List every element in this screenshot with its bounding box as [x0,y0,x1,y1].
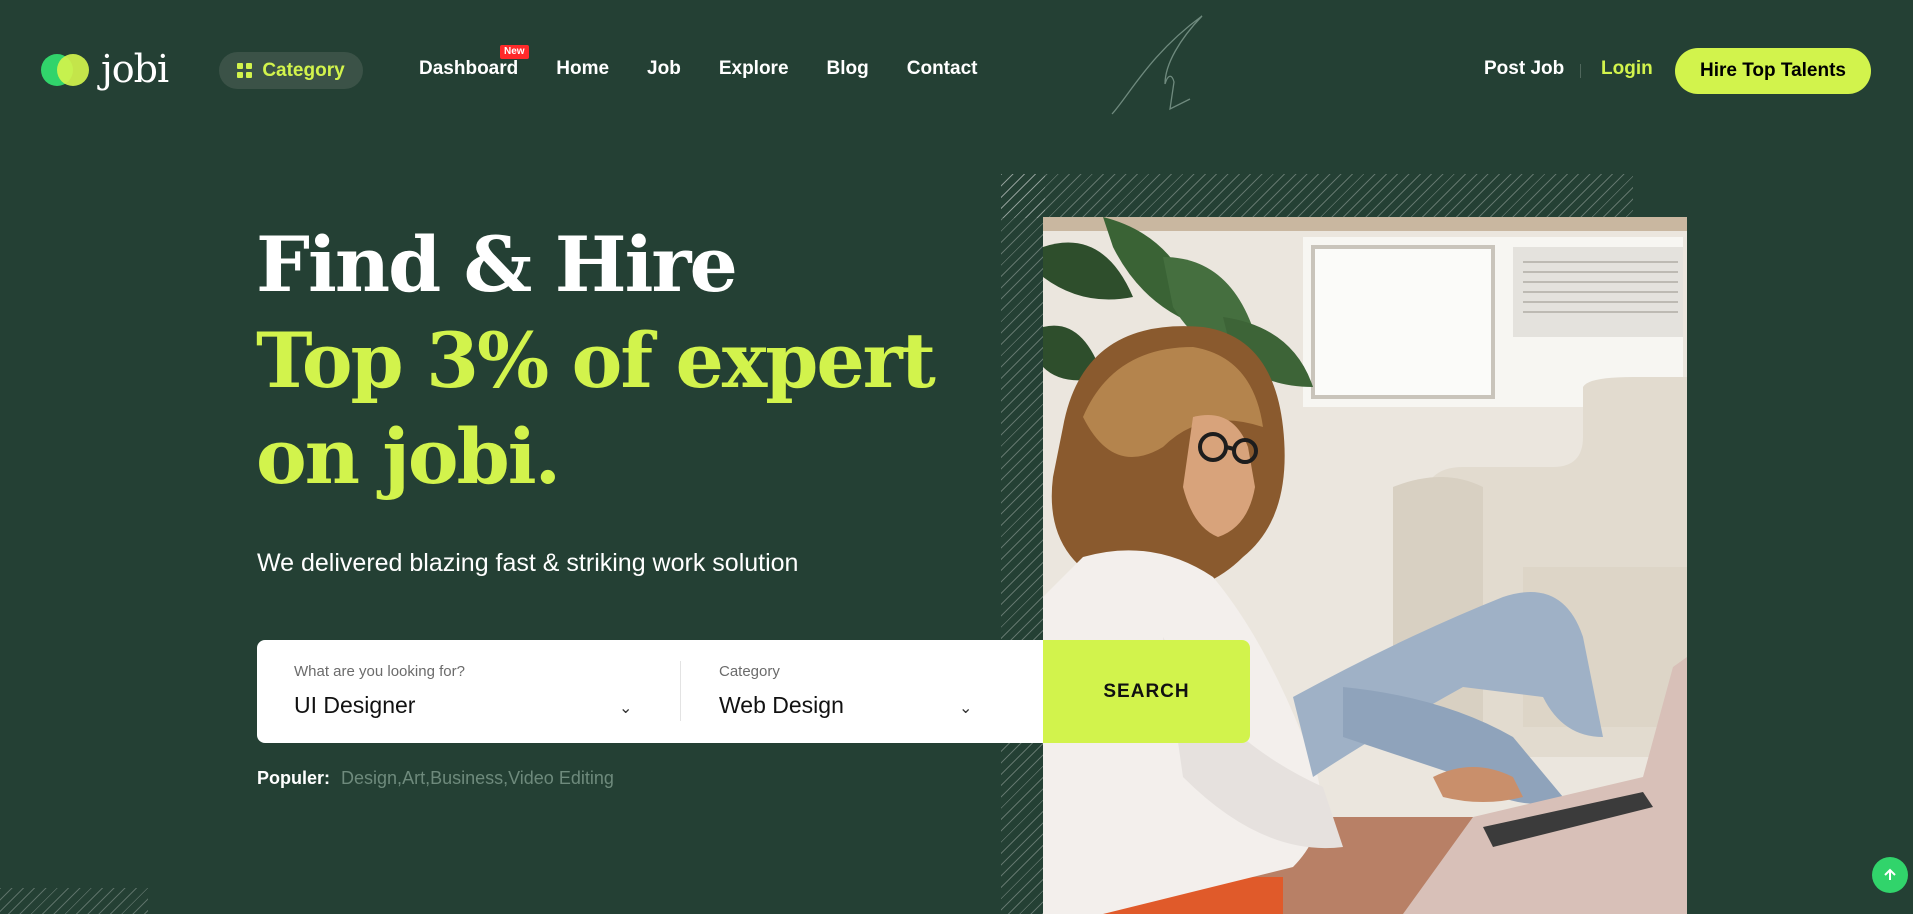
hero-title-line-2: Top 3% of expert [256,316,936,405]
nav-contact[interactable]: Contact [907,58,978,80]
category-value: Web Design [719,692,844,718]
nav-divider [1580,64,1581,78]
nav-blog[interactable]: Blog [827,58,869,80]
category-select[interactable]: Category Web Design ⌄ [719,640,1019,743]
new-badge: New [500,45,529,59]
popular-tags[interactable]: Design,Art,Business,Video Editing [341,768,614,788]
stripe-decoration-left [1001,174,1045,914]
keyword-value: UI Designer [294,692,416,718]
search-form: What are you looking for? UI Designer ⌄ … [257,640,1250,743]
login-link[interactable]: Login [1601,58,1653,80]
logo-text: jobi [101,47,169,91]
hero-title-line-1: Find & Hire [256,220,738,309]
nav-dashboard[interactable]: Dashboard New [419,45,529,80]
keyword-select[interactable]: What are you looking for? UI Designer ⌄ [294,640,654,743]
hero-title: Find & Hire Top 3% of expert on jobi. [256,217,936,505]
main-nav: Dashboard New Home Job Explore Blog Cont… [419,45,978,80]
scribble-decoration [1111,15,1203,115]
arrow-up-icon [1884,868,1896,880]
stripe-decoration-corner [0,888,148,914]
chevron-down-icon: ⌄ [959,700,973,717]
popular-label: Populer: [257,768,331,788]
popular-searches: Populer: Design,Art,Business,Video Editi… [257,768,614,789]
logo[interactable]: jobi [41,47,169,91]
nav-explore[interactable]: Explore [719,58,789,80]
logo-mark-icon [41,52,93,86]
scroll-to-top-button[interactable] [1872,857,1908,893]
grid-icon [237,63,253,78]
category-button[interactable]: Category [219,52,363,89]
post-job-link[interactable]: Post Job [1484,58,1564,80]
chevron-down-icon: ⌄ [619,700,633,717]
nav-job[interactable]: Job [647,58,681,80]
hire-top-talents-button[interactable]: Hire Top Talents [1675,48,1871,94]
nav-home[interactable]: Home [556,58,609,80]
hero-subtitle: We delivered blazing fast & striking wor… [257,549,799,577]
category-label: Category [719,663,780,680]
stripe-decoration-top [1001,174,1633,218]
nav-dashboard-label: Dashboard [419,58,519,79]
hero-photo [1043,217,1687,914]
category-button-label: Category [262,59,345,81]
keyword-label: What are you looking for? [294,663,465,680]
search-button[interactable]: SEARCH [1043,640,1250,743]
hero-title-line-3: on jobi. [256,412,561,501]
field-separator [680,661,681,721]
